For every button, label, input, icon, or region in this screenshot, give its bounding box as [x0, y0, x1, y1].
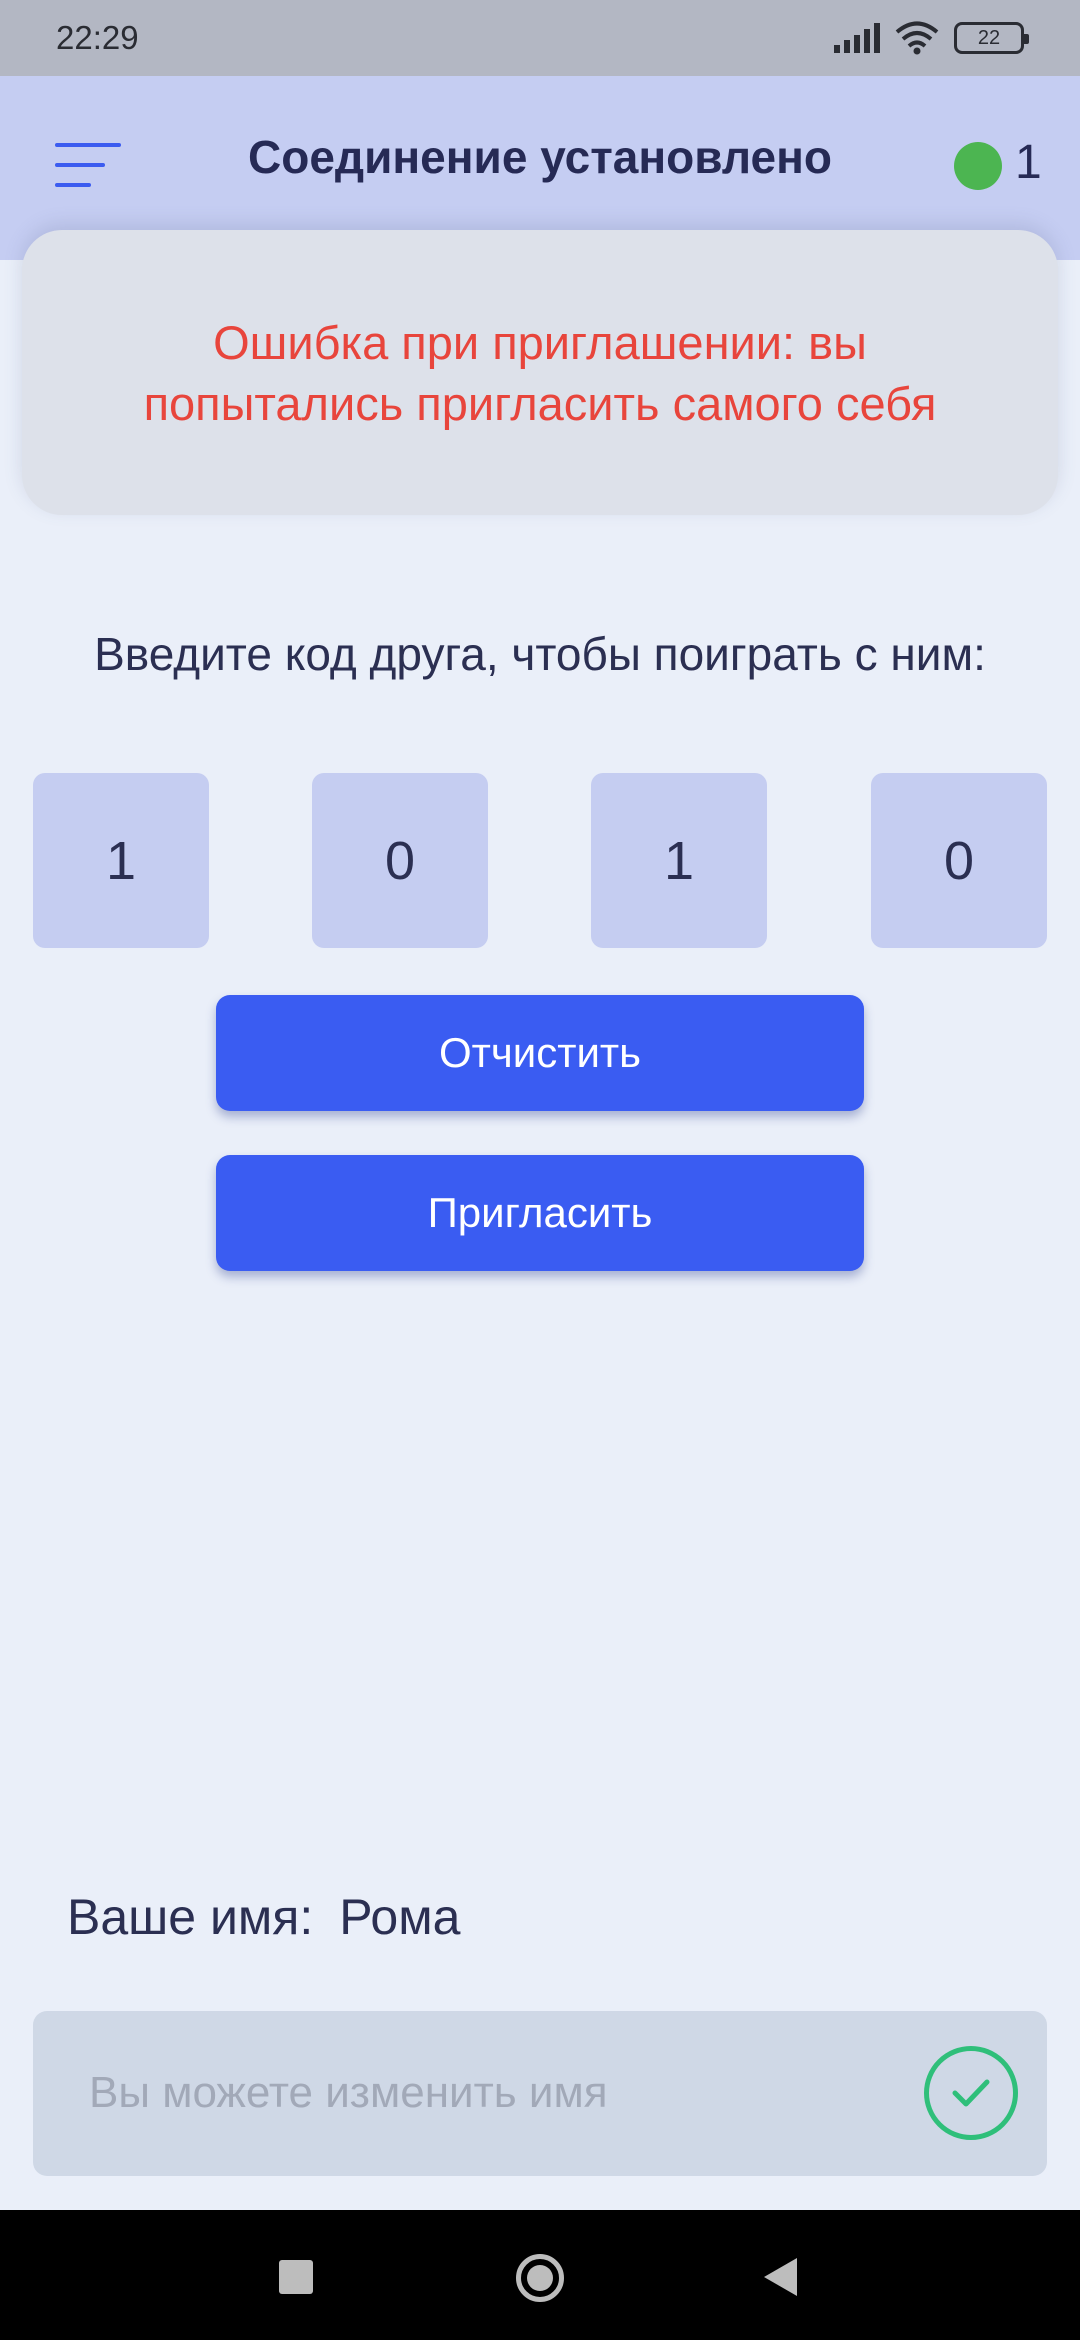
status-icons: 22	[834, 21, 1029, 55]
confirm-name-button[interactable]	[924, 2046, 1018, 2140]
code-digit-4[interactable]: 0	[871, 773, 1047, 948]
code-digit-1[interactable]: 1	[33, 773, 209, 948]
code-digit-3[interactable]: 1	[591, 773, 767, 948]
back-icon[interactable]	[764, 2258, 797, 2296]
battery-level: 22	[977, 26, 1001, 49]
error-message: Ошибка при приглашении: вы попытались пр…	[143, 315, 937, 430]
online-indicator-icon	[954, 142, 1002, 190]
system-nav-bar	[0, 2210, 1080, 2340]
invite-button[interactable]: Пригласить	[216, 1155, 864, 1271]
name-row: Ваше имя: Рома	[67, 1888, 460, 1946]
name-value: Рома	[339, 1889, 461, 1945]
online-count: 1	[1015, 136, 1042, 189]
name-label: Ваше имя:	[67, 1889, 314, 1945]
wifi-icon	[895, 21, 939, 55]
friend-code-prompt: Введите код друга, чтобы поиграть с ним:	[94, 628, 986, 680]
status-bar: 22:29 22	[0, 0, 1080, 76]
signal-icon	[834, 23, 880, 53]
name-input-container	[33, 2011, 1047, 2176]
connection-status-title: Соединение установлено	[248, 131, 832, 183]
battery-icon: 22	[954, 22, 1029, 54]
recent-apps-icon[interactable]	[279, 2260, 313, 2294]
clear-button[interactable]: Отчистить	[216, 995, 864, 1111]
home-icon[interactable]	[516, 2254, 564, 2302]
error-banner: Ошибка при приглашении: вы попытались пр…	[22, 230, 1058, 515]
check-icon	[952, 2079, 990, 2107]
name-input[interactable]	[89, 2063, 909, 2123]
status-time: 22:29	[56, 19, 139, 56]
code-digit-2[interactable]: 0	[312, 773, 488, 948]
